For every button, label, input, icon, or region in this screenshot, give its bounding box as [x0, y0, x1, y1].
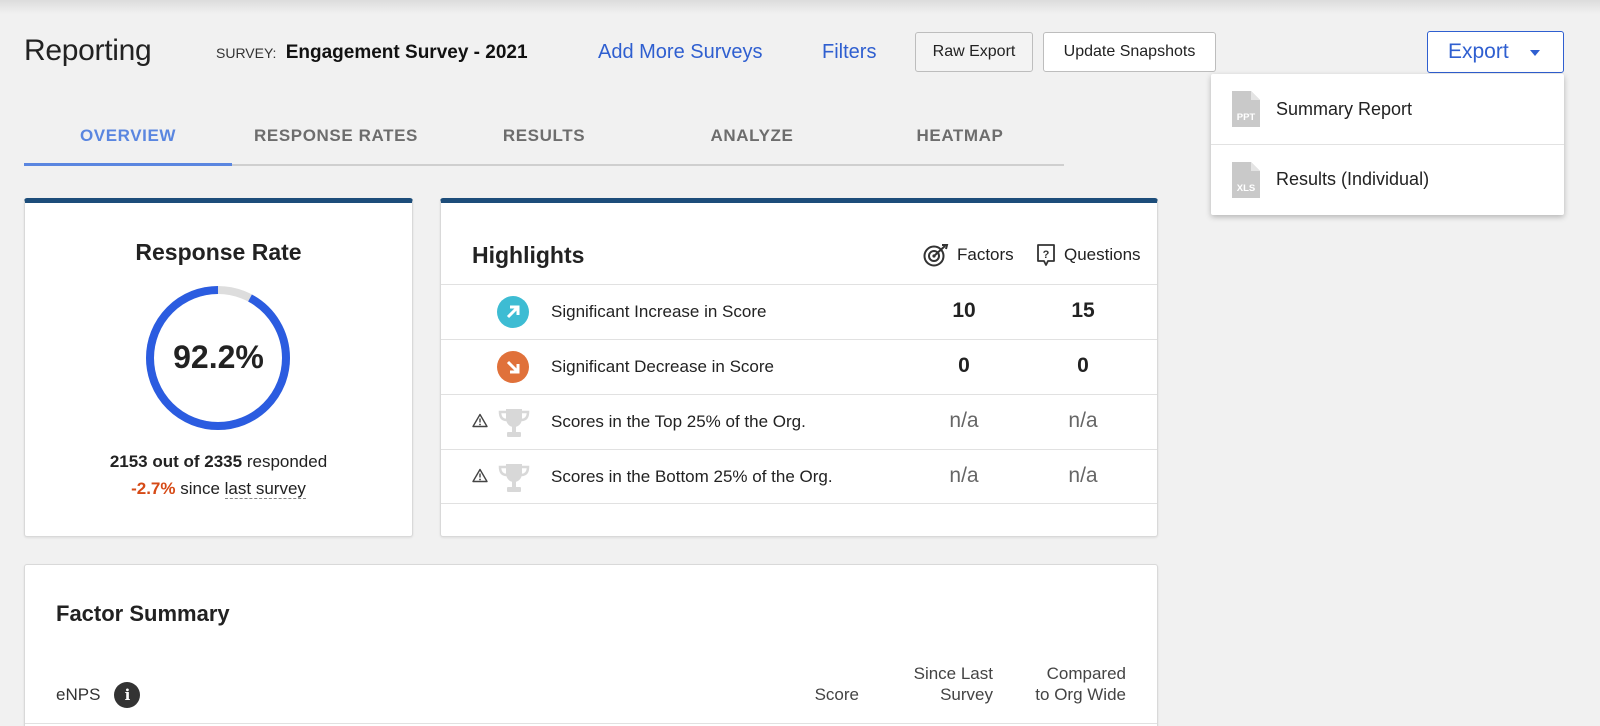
factor-summary-card: Factor Summary eNPS i Score Since Last S…: [24, 564, 1158, 726]
highlight-label: Significant Decrease in Score: [551, 357, 775, 376]
factor-summary-title: Factor Summary: [56, 601, 230, 626]
questions-count: n/a: [1068, 409, 1098, 432]
tab-response-rates[interactable]: RESPONSE RATES: [232, 126, 440, 146]
raw-export-button[interactable]: Raw Export: [915, 32, 1033, 72]
survey-name: Engagement Survey - 2021: [285, 42, 528, 63]
compared-org-wide-column-header: Compared to Org Wide: [1035, 663, 1126, 705]
questions-count: 15: [1071, 299, 1095, 322]
highlight-label: Significant Increase in Score: [551, 302, 767, 321]
questions-count: 0: [1077, 354, 1089, 377]
score-header-text: Score: [814, 685, 859, 704]
trophy-icon: [498, 409, 530, 437]
questions-column-header: ? Questions: [1036, 243, 1141, 267]
filters-link[interactable]: Filters: [822, 41, 876, 64]
responded-rest: responded: [246, 452, 328, 471]
export-label: Export: [1448, 40, 1509, 63]
since-last-survey-column-header: Since Last Survey: [914, 663, 993, 705]
ppt-file-icon: PPT: [1232, 91, 1260, 127]
survey-prefix: SURVEY:: [216, 45, 277, 61]
enps-label-row: eNPS i: [56, 682, 141, 708]
since-header-line2: Survey: [940, 685, 993, 704]
since-header-line1: Since Last: [913, 664, 993, 683]
since-text: since: [180, 479, 220, 498]
export-menu-item-summary-report[interactable]: PPT Summary Report: [1211, 74, 1564, 144]
last-survey-tooltip-link[interactable]: last survey: [224, 479, 306, 499]
questions-label: Questions: [1064, 245, 1141, 264]
arrow-up-right-icon: [497, 296, 529, 328]
factors-count: n/a: [949, 409, 979, 432]
warning-icon: [472, 468, 488, 483]
table-divider: [25, 723, 1157, 724]
highlight-row-bottom-25: Scores in the Bottom 25% of the Org. n/a…: [441, 449, 1157, 504]
factors-column-header: Factors: [923, 243, 1014, 267]
questions-count: n/a: [1068, 464, 1098, 487]
arrow-down-right-icon: [497, 351, 529, 383]
response-rate-title: Response Rate: [135, 239, 302, 265]
highlight-label: Scores in the Top 25% of the Org.: [551, 412, 806, 431]
trophy-icon: [498, 464, 530, 492]
xls-file-icon: XLS: [1232, 161, 1260, 198]
highlight-row-increase[interactable]: Significant Increase in Score 10 15: [441, 284, 1157, 339]
compared-header-line1: Compared: [1046, 664, 1126, 683]
question-bubble-icon: ?: [1037, 244, 1055, 266]
highlights-card: Highlights Factors ? Questions Significa…: [440, 198, 1158, 537]
score-column-header: Score: [815, 684, 859, 705]
info-icon[interactable]: i: [114, 682, 141, 708]
tab-heatmap[interactable]: HEATMAP: [856, 126, 1064, 146]
factors-count: 0: [958, 354, 970, 377]
enps-label: eNPS: [56, 685, 101, 704]
active-tab-indicator: [24, 163, 232, 166]
export-menu: PPT Summary Report XLS Results (Individu…: [1211, 74, 1564, 215]
factors-count: n/a: [949, 464, 979, 487]
top-shadow: [0, 0, 1600, 14]
factors-label: Factors: [957, 245, 1014, 264]
response-rate-card: Response Rate 92.2% 2153 out of 2335 res…: [24, 198, 413, 537]
change-value: -2.7%: [131, 479, 176, 498]
tab-results[interactable]: RESULTS: [440, 126, 648, 146]
highlight-row-decrease[interactable]: Significant Decrease in Score 0 0: [441, 339, 1157, 394]
factors-count: 10: [952, 299, 976, 322]
export-menu-item-label: Results (Individual): [1276, 169, 1430, 189]
highlight-row-top-25: Scores in the Top 25% of the Org. n/a n/…: [441, 394, 1157, 449]
response-rate-value: 92.2%: [173, 339, 264, 375]
export-menu-item-results-individual[interactable]: XLS Results (Individual): [1211, 144, 1564, 214]
survey-selector: SURVEY: Engagement Survey - 2021: [216, 42, 528, 64]
response-change: -2.7% since last survey: [25, 479, 412, 499]
compared-header-line2: to Org Wide: [1035, 685, 1126, 704]
tab-overview[interactable]: OVERVIEW: [24, 126, 232, 146]
page-title: Reporting: [24, 34, 152, 67]
caret-down-icon: [1530, 50, 1540, 56]
export-dropdown-button[interactable]: Export: [1427, 31, 1564, 73]
update-snapshots-button[interactable]: Update Snapshots: [1043, 32, 1216, 72]
ppt-badge: PPT: [1237, 112, 1256, 123]
responded-count: 2153 out of 2335 responded: [25, 452, 412, 472]
warning-icon: [472, 413, 488, 428]
highlight-label: Scores in the Bottom 25% of the Org.: [551, 467, 833, 486]
add-more-surveys-link[interactable]: Add More Surveys: [598, 41, 763, 64]
responded-strong: 2153 out of 2335: [109, 452, 243, 471]
svg-text:?: ?: [1043, 249, 1050, 261]
report-tabs: OVERVIEW RESPONSE RATES RESULTS ANALYZE …: [24, 112, 1064, 166]
highlights-title: Highlights: [472, 242, 585, 268]
export-menu-item-label: Summary Report: [1276, 98, 1413, 119]
target-icon: [923, 244, 949, 267]
xls-badge: XLS: [1237, 183, 1255, 194]
tab-analyze[interactable]: ANALYZE: [648, 126, 856, 146]
